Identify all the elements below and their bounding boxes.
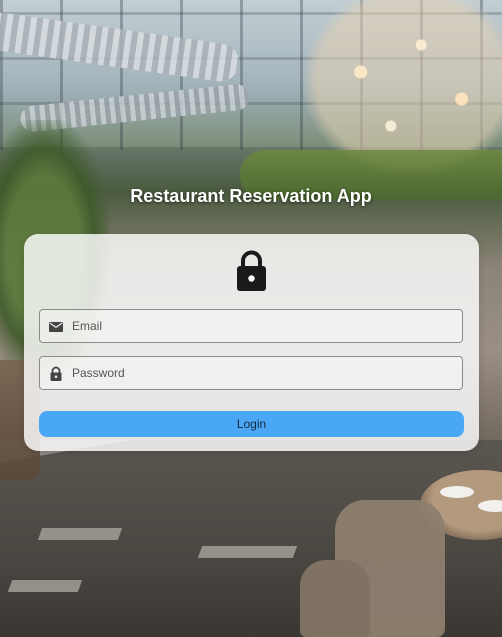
background-floor-tile bbox=[7, 580, 83, 592]
mail-icon bbox=[49, 322, 63, 332]
login-button[interactable]: Login bbox=[39, 411, 464, 437]
email-field[interactable] bbox=[39, 309, 463, 343]
app-title: Restaurant Reservation App bbox=[130, 186, 372, 206]
password-input[interactable] bbox=[72, 357, 452, 389]
background-floor-tile bbox=[37, 528, 123, 540]
lock-icon bbox=[50, 366, 62, 381]
lock-icon bbox=[237, 250, 266, 291]
background-plate bbox=[440, 486, 474, 498]
password-field[interactable] bbox=[39, 356, 463, 390]
login-card: Login bbox=[24, 234, 479, 451]
background-floor-tile bbox=[197, 546, 298, 558]
background-chair bbox=[300, 560, 370, 637]
email-input[interactable] bbox=[72, 310, 452, 342]
